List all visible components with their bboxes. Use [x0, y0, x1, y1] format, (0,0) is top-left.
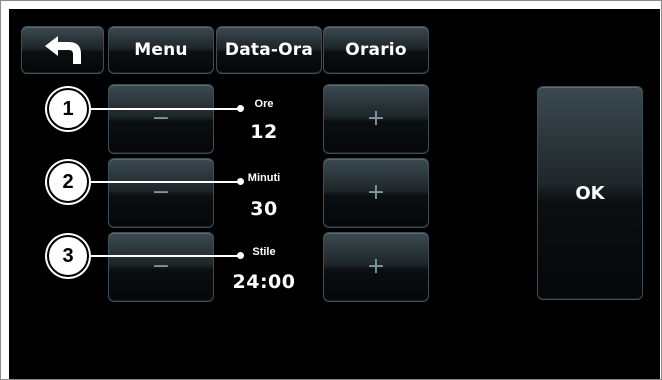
minus-icon: −	[151, 254, 171, 279]
plus-icon: +	[366, 254, 386, 279]
plus-icon: +	[366, 180, 386, 205]
figure-frame: Menu Data-Ora Orario − Ore 12 + − Minuti…	[0, 0, 662, 380]
ok-label: OK	[575, 182, 605, 204]
callout-marker-2: 2	[47, 161, 89, 203]
callout-leader-line	[87, 108, 242, 110]
callout-leader-line	[87, 255, 242, 257]
minus-icon: −	[151, 180, 171, 205]
back-arrow-icon	[44, 36, 81, 64]
hours-decrement-button[interactable]: −	[108, 84, 214, 154]
callout-leader-dot	[237, 178, 244, 185]
hours-value: 12	[250, 121, 278, 143]
callout-leader-dot	[237, 252, 244, 259]
hours-increment-button[interactable]: +	[323, 84, 429, 154]
style-increment-button[interactable]: +	[323, 232, 429, 302]
style-value: 24:00	[232, 271, 296, 293]
plus-icon: +	[366, 106, 386, 131]
tab-orario[interactable]: Orario	[323, 26, 429, 74]
tab-data-ora[interactable]: Data-Ora	[216, 26, 322, 74]
callout-leader-line	[87, 181, 242, 183]
touch-screen: Menu Data-Ora Orario − Ore 12 + − Minuti…	[9, 9, 660, 379]
style-decrement-button[interactable]: −	[108, 232, 214, 302]
callout-leader-dot	[237, 105, 244, 112]
minutes-decrement-button[interactable]: −	[108, 158, 214, 228]
minutes-increment-button[interactable]: +	[323, 158, 429, 228]
callout-marker-3: 3	[47, 235, 89, 277]
tab-data-ora-label: Data-Ora	[224, 40, 314, 60]
tab-orario-label: Orario	[345, 40, 407, 60]
ok-button[interactable]: OK	[537, 86, 643, 300]
callout-marker-1: 1	[47, 88, 89, 130]
tab-menu-label: Menu	[134, 40, 188, 60]
back-button[interactable]	[21, 26, 104, 74]
minus-icon: −	[151, 106, 171, 131]
minutes-value: 30	[250, 198, 278, 220]
tab-menu[interactable]: Menu	[108, 26, 214, 74]
